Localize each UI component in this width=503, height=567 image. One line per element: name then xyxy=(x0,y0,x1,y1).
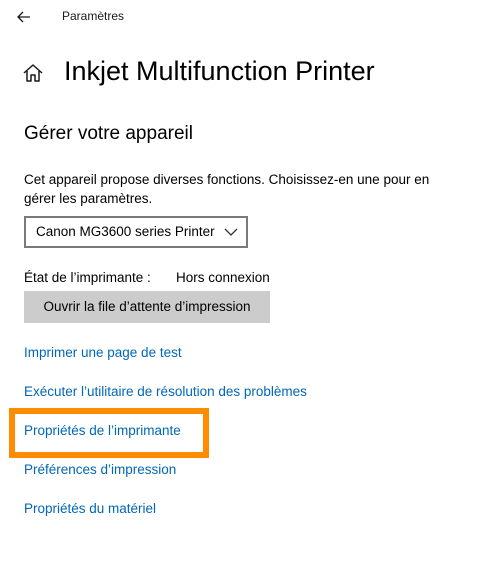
home-icon xyxy=(23,64,43,82)
print-test-page-link[interactable]: Imprimer une page de test xyxy=(24,345,182,360)
printer-status-label: État de l’imprimante : xyxy=(24,270,151,285)
chevron-down-icon xyxy=(224,228,238,236)
open-print-queue-button[interactable]: Ouvrir la file d’attente d’impression xyxy=(24,291,270,323)
section-description: Cet appareil propose diverses fonctions.… xyxy=(24,172,430,206)
title-bar: Paramètres xyxy=(0,0,503,34)
run-troubleshooter-link[interactable]: Exécuter l’utilitaire de résolution des … xyxy=(24,384,307,399)
page-title: Inkjet Multifunction Printer xyxy=(64,56,375,86)
device-select[interactable]: Canon MG3600 series Printer xyxy=(24,216,248,248)
printing-preferences-link[interactable]: Préférences d’impression xyxy=(24,462,176,477)
device-select-value: Canon MG3600 series Printer xyxy=(36,224,215,239)
section-title: Gérer votre appareil xyxy=(24,123,193,144)
hardware-properties-link[interactable]: Propriétés du matériel xyxy=(24,501,156,516)
arrow-left-icon xyxy=(17,11,30,23)
app-title: Paramètres xyxy=(62,9,125,23)
highlight-box xyxy=(9,408,209,458)
printer-status-value: Hors connexion xyxy=(176,270,270,285)
back-button[interactable] xyxy=(12,5,36,29)
